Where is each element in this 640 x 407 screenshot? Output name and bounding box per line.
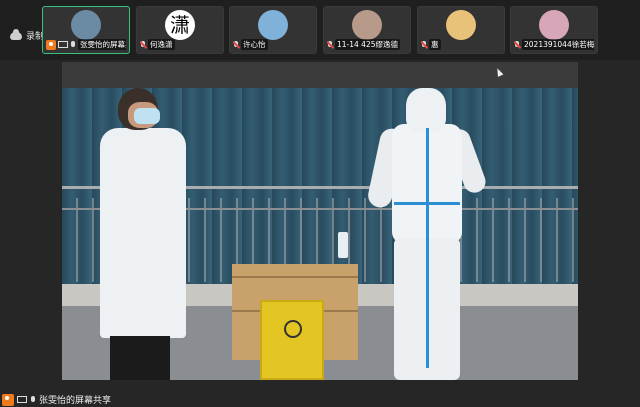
- participant-tile-screen-share[interactable]: 张雯怡的屏幕共享: [42, 6, 130, 54]
- participant-strip: 录制中 张雯怡的屏幕共享 潇 何逸潇 许心怡 11-14 425缪逸德: [0, 0, 640, 60]
- mic-muted-icon: [327, 40, 333, 49]
- shared-screen-video[interactable]: [62, 62, 578, 380]
- participant-tile[interactable]: 2021391044徐若梅: [510, 6, 598, 54]
- participant-tile[interactable]: 11-14 425缪逸德: [323, 6, 411, 54]
- doctor-legs: [110, 336, 170, 380]
- participant-name: 许心怡: [241, 39, 268, 50]
- mic-muted-icon: [421, 40, 427, 49]
- mic-icon: [30, 395, 36, 404]
- screen-share-icon: [17, 396, 27, 403]
- screen-share-label: 张雯怡的屏幕共享: [39, 396, 112, 406]
- mic-muted-icon: [514, 40, 520, 49]
- host-badge-icon: [2, 393, 14, 406]
- avatar: [352, 10, 382, 40]
- participant-tile[interactable]: 潇 何逸潇: [136, 6, 224, 54]
- participant-name: 何逸潇: [148, 39, 175, 50]
- mic-muted-icon: [233, 40, 239, 49]
- participant-tile[interactable]: 惠: [417, 6, 505, 54]
- sanitizer-bottle: [338, 232, 348, 258]
- participant-name: 张雯怡的屏幕共享: [78, 39, 126, 50]
- participant-name: 惠: [429, 39, 441, 50]
- avatar: 潇: [165, 10, 195, 40]
- face-mask: [134, 108, 160, 124]
- avatar: [539, 10, 569, 40]
- biohazard-icon: [284, 320, 302, 338]
- avatar: [446, 10, 476, 40]
- avatar: [258, 10, 288, 40]
- participant-name: 2021391044徐若梅: [522, 39, 594, 50]
- host-badge-icon: [46, 39, 56, 50]
- video-scene: [62, 88, 578, 380]
- participant-tile[interactable]: 许心怡: [229, 6, 317, 54]
- cloud-icon: [10, 28, 22, 40]
- mic-muted-icon: [140, 40, 146, 49]
- avatar: [71, 10, 101, 40]
- mic-icon: [70, 40, 76, 49]
- protective-suit-figure: [365, 88, 489, 380]
- biohazard-bin: [260, 300, 324, 380]
- doctor-figure: [100, 128, 186, 338]
- participant-name: 11-14 425缪逸德: [335, 39, 400, 50]
- screen-share-icon: [58, 41, 68, 48]
- screen-share-status-bar: 张雯怡的屏幕共享: [0, 392, 640, 407]
